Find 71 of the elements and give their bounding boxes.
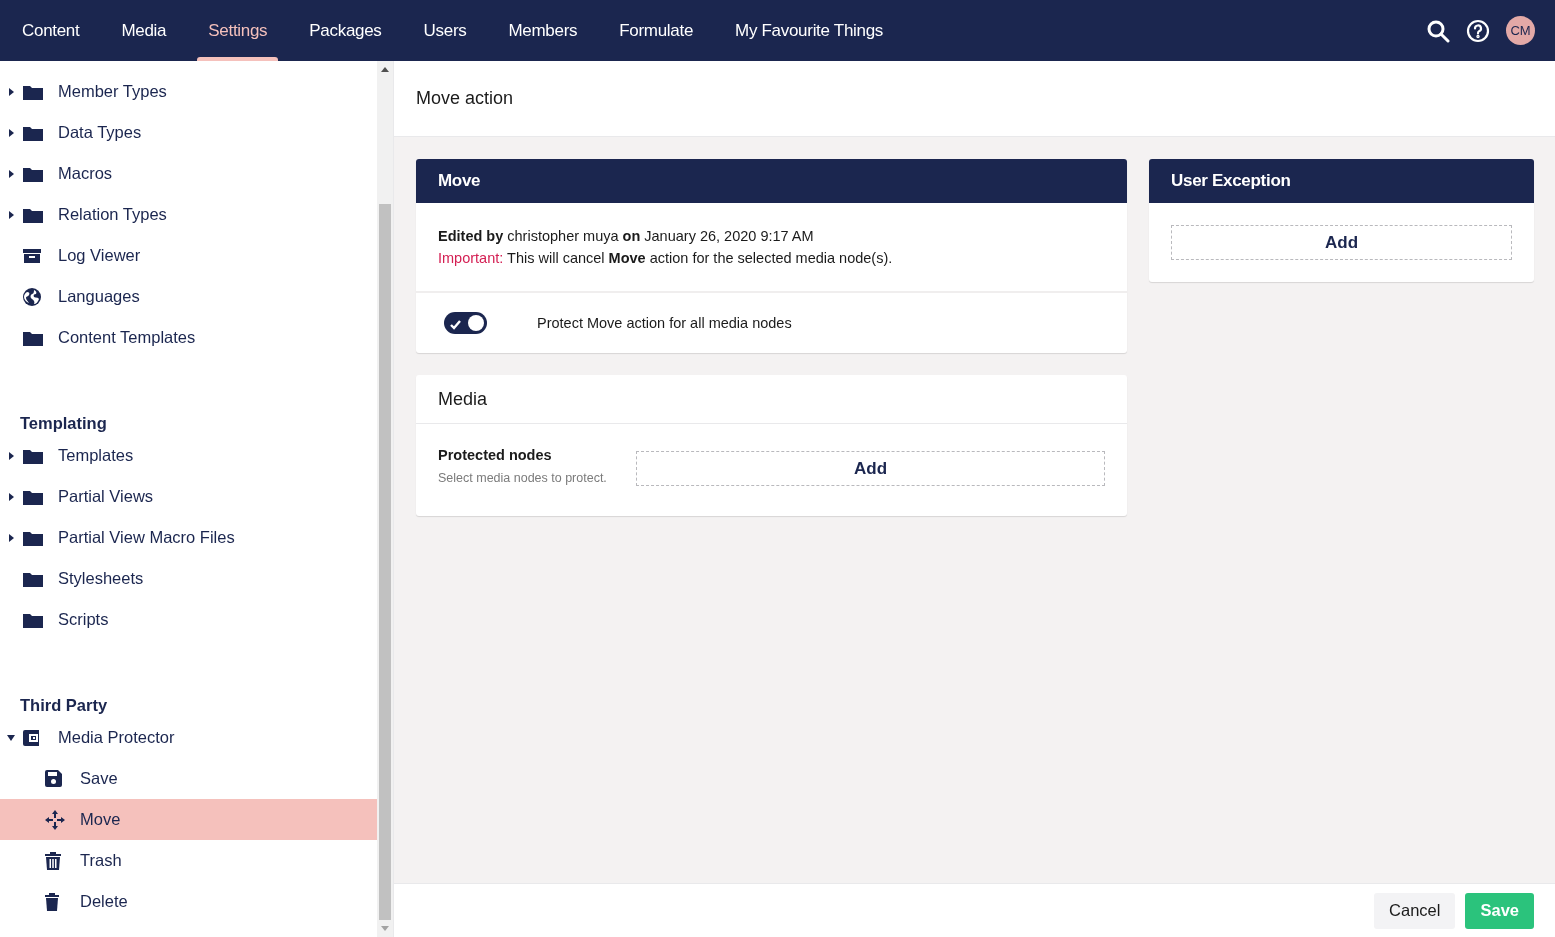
nav-tab[interactable]: Packages [288, 0, 403, 61]
caret-icon[interactable] [8, 492, 14, 501]
folder-icon [23, 570, 43, 587]
archive-box-icon [23, 247, 41, 264]
toggle-switch[interactable] [444, 312, 487, 334]
field-description: Select media nodes to protect. [438, 471, 608, 485]
folder-icon [23, 447, 43, 464]
globe-icon [23, 287, 41, 306]
trash-bin-icon [45, 892, 59, 911]
tree-item[interactable]: Partial View Macro Files [0, 517, 377, 558]
nav-tab[interactable]: Formulate [598, 0, 715, 61]
page-title: Move action [416, 88, 514, 109]
section-heading: Third Party [20, 696, 108, 715]
folder-icon [23, 83, 43, 100]
tree-item[interactable]: Media Protector [0, 717, 377, 758]
add-button[interactable]: Add [1171, 225, 1512, 260]
nav-tab[interactable]: Content [1, 0, 101, 61]
scroll-up-arrow-icon[interactable] [381, 67, 389, 72]
tree-item[interactable]: Data Types [0, 112, 377, 153]
wallet-icon [23, 728, 41, 747]
add-button[interactable]: Add [636, 451, 1105, 486]
nav-tab[interactable]: Members [487, 0, 599, 61]
search-icon[interactable] [1426, 18, 1450, 43]
tree-item[interactable]: Partial Views [0, 476, 377, 517]
card-title: User Exception [1171, 171, 1291, 191]
folder-icon [23, 206, 43, 223]
check-icon [450, 320, 461, 330]
folder-icon [23, 611, 43, 628]
caret-icon[interactable] [8, 533, 14, 542]
scrollbar[interactable] [377, 61, 393, 937]
tree-item[interactable]: Trash [0, 840, 377, 881]
edited-info-text: Edited by christopher muya on January 26, 2020 9:17 AM [438, 227, 815, 246]
tree-item[interactable]: Macros [0, 153, 377, 194]
four-arrows-icon [45, 809, 65, 830]
tree-item[interactable]: Templates [0, 435, 377, 476]
card-title: Move [438, 171, 481, 191]
caret-icon[interactable] [7, 734, 15, 741]
scrollbar-thumb[interactable] [379, 204, 391, 920]
important-notice-text: Important: This will cancel Move action for the selected media node(s). [438, 249, 894, 268]
user-avatar[interactable]: CM [1506, 16, 1535, 45]
help-icon[interactable] [1466, 18, 1490, 43]
folder-icon [23, 165, 43, 182]
tree-item[interactable]: Save [0, 758, 377, 799]
cancel-button[interactable]: Cancel [1374, 892, 1456, 929]
tree-item[interactable]: Relation Types [0, 194, 377, 235]
tree-item[interactable]: Move [0, 799, 377, 840]
nav-tab[interactable]: Settings [187, 0, 289, 61]
tree-item[interactable]: Stylesheets [0, 558, 377, 599]
caret-icon[interactable] [8, 451, 14, 460]
tree-item[interactable]: Content Templates [0, 317, 377, 358]
tree-item[interactable]: Log Viewer [0, 235, 377, 276]
nav-tab[interactable]: Users [402, 0, 488, 61]
tree-item[interactable]: Delete [0, 881, 377, 922]
field-label: Protected nodes [438, 446, 553, 465]
nav-tab[interactable]: Media [100, 0, 188, 61]
nav-tab[interactable]: My Favourite Things [714, 0, 905, 61]
card-title: Media [438, 388, 488, 410]
toggle-label: Protect Move action for all media nodes [537, 315, 792, 331]
caret-icon[interactable] [8, 169, 14, 178]
caret-icon[interactable] [8, 128, 14, 137]
folder-icon [23, 124, 43, 141]
section-heading: Templating [20, 414, 107, 433]
folder-icon [23, 529, 43, 546]
tree-item[interactable]: Scripts [0, 599, 377, 640]
trash-can-icon [45, 851, 61, 870]
caret-icon[interactable] [8, 210, 14, 219]
tree-item[interactable]: Languages [0, 276, 377, 317]
tree-item[interactable]: Member Types [0, 71, 377, 112]
folder-icon [23, 488, 43, 505]
folder-icon [23, 329, 43, 346]
caret-icon[interactable] [8, 87, 14, 96]
